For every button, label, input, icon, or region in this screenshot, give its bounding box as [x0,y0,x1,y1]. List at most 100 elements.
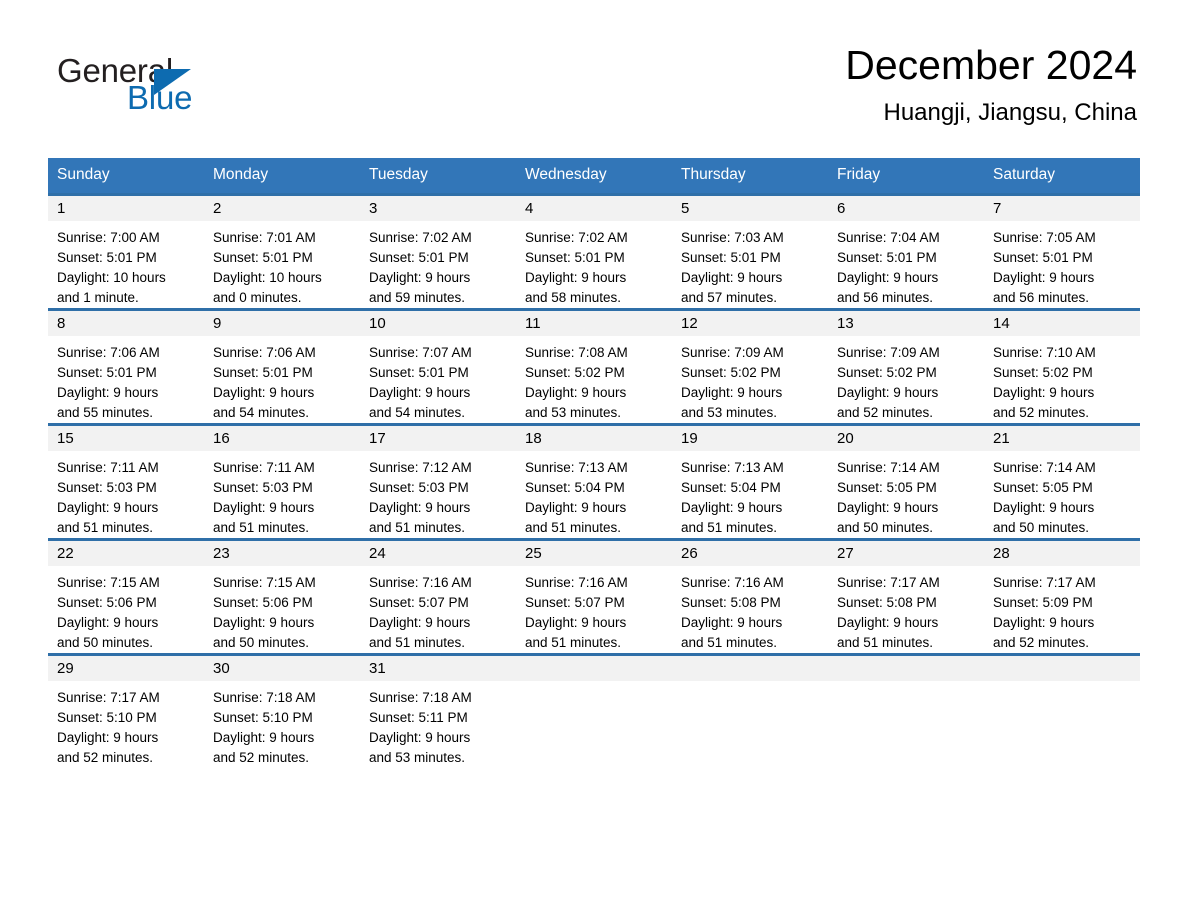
day-details: Sunrise: 7:02 AM Sunset: 5:01 PM Dayligh… [516,221,672,308]
day-details [828,681,984,688]
day-cell[interactable]: 13 Sunrise: 7:09 AM Sunset: 5:02 PM Dayl… [828,311,984,423]
day-cell[interactable]: 5 Sunrise: 7:03 AM Sunset: 5:01 PM Dayli… [672,196,828,308]
day-details: Sunrise: 7:09 AM Sunset: 5:02 PM Dayligh… [672,336,828,423]
day-cell-empty [984,656,1140,768]
day-cell[interactable]: 30 Sunrise: 7:18 AM Sunset: 5:10 PM Dayl… [204,656,360,768]
day-cell[interactable]: 4 Sunrise: 7:02 AM Sunset: 5:01 PM Dayli… [516,196,672,308]
daylight-text-line1: Daylight: 9 hours [213,730,315,745]
sunrise-text: Sunrise: 7:14 AM [837,460,940,475]
sunrise-text: Sunrise: 7:17 AM [837,575,940,590]
daylight-text-line2: and 50 minutes. [837,520,934,535]
day-cell[interactable]: 31 Sunrise: 7:18 AM Sunset: 5:11 PM Dayl… [360,656,516,768]
day-number: 26 [672,541,828,566]
sunset-text: Sunset: 5:02 PM [525,365,625,380]
day-cell[interactable]: 26 Sunrise: 7:16 AM Sunset: 5:08 PM Dayl… [672,541,828,653]
day-cell[interactable]: 28 Sunrise: 7:17 AM Sunset: 5:09 PM Dayl… [984,541,1140,653]
day-details: Sunrise: 7:14 AM Sunset: 5:05 PM Dayligh… [984,451,1140,538]
sunset-text: Sunset: 5:01 PM [213,250,313,265]
sunrise-text: Sunrise: 7:16 AM [681,575,784,590]
day-number: 29 [48,656,204,681]
sunset-text: Sunset: 5:02 PM [837,365,937,380]
day-cell[interactable]: 10 Sunrise: 7:07 AM Sunset: 5:01 PM Dayl… [360,311,516,423]
day-cell[interactable]: 19 Sunrise: 7:13 AM Sunset: 5:04 PM Dayl… [672,426,828,538]
day-cell[interactable]: 21 Sunrise: 7:14 AM Sunset: 5:05 PM Dayl… [984,426,1140,538]
weekday-header-tuesday: Tuesday [369,166,428,183]
day-cell[interactable]: 24 Sunrise: 7:16 AM Sunset: 5:07 PM Dayl… [360,541,516,653]
daylight-text-line2: and 57 minutes. [681,290,778,305]
day-cell[interactable]: 23 Sunrise: 7:15 AM Sunset: 5:06 PM Dayl… [204,541,360,653]
day-details: Sunrise: 7:15 AM Sunset: 5:06 PM Dayligh… [48,566,204,653]
daylight-text-line2: and 51 minutes. [525,520,622,535]
weekday-header-thursday: Thursday [681,166,746,183]
sunset-text: Sunset: 5:02 PM [681,365,781,380]
daylight-text-line2: and 50 minutes. [57,635,154,650]
day-cell[interactable]: 3 Sunrise: 7:02 AM Sunset: 5:01 PM Dayli… [360,196,516,308]
daylight-text-line1: Daylight: 10 hours [57,270,166,285]
daylight-text-line1: Daylight: 9 hours [993,500,1095,515]
sunrise-text: Sunrise: 7:09 AM [681,345,784,360]
daylight-text-line1: Daylight: 9 hours [681,615,783,630]
sunrise-text: Sunrise: 7:18 AM [213,690,316,705]
daylight-text-line1: Daylight: 9 hours [993,385,1095,400]
day-cell[interactable]: 22 Sunrise: 7:15 AM Sunset: 5:06 PM Dayl… [48,541,204,653]
day-cell[interactable]: 8 Sunrise: 7:06 AM Sunset: 5:01 PM Dayli… [48,311,204,423]
day-cell[interactable]: 6 Sunrise: 7:04 AM Sunset: 5:01 PM Dayli… [828,196,984,308]
daylight-text-line2: and 52 minutes. [213,750,310,765]
daylight-text-line2: and 54 minutes. [369,405,466,420]
daylight-text-line1: Daylight: 9 hours [681,500,783,515]
day-cell[interactable]: 7 Sunrise: 7:05 AM Sunset: 5:01 PM Dayli… [984,196,1140,308]
sunset-text: Sunset: 5:01 PM [369,250,469,265]
day-cell[interactable]: 17 Sunrise: 7:12 AM Sunset: 5:03 PM Dayl… [360,426,516,538]
day-details: Sunrise: 7:06 AM Sunset: 5:01 PM Dayligh… [204,336,360,423]
sunset-text: Sunset: 5:01 PM [525,250,625,265]
sunrise-text: Sunrise: 7:04 AM [837,230,940,245]
sunrise-text: Sunrise: 7:02 AM [525,230,628,245]
daylight-text-line1: Daylight: 10 hours [213,270,322,285]
daylight-text-line1: Daylight: 9 hours [369,500,471,515]
daylight-text-line2: and 52 minutes. [837,405,934,420]
daylight-text-line2: and 50 minutes. [213,635,310,650]
day-cell[interactable]: 27 Sunrise: 7:17 AM Sunset: 5:08 PM Dayl… [828,541,984,653]
day-number: 12 [672,311,828,336]
day-number: 15 [48,426,204,451]
day-cell[interactable]: 25 Sunrise: 7:16 AM Sunset: 5:07 PM Dayl… [516,541,672,653]
sunset-text: Sunset: 5:01 PM [57,365,157,380]
day-cell[interactable]: 29 Sunrise: 7:17 AM Sunset: 5:10 PM Dayl… [48,656,204,768]
daylight-text-line2: and 51 minutes. [681,520,778,535]
daylight-text-line1: Daylight: 9 hours [57,615,159,630]
daylight-text-line2: and 55 minutes. [57,405,154,420]
sunrise-text: Sunrise: 7:12 AM [369,460,472,475]
day-cell[interactable]: 18 Sunrise: 7:13 AM Sunset: 5:04 PM Dayl… [516,426,672,538]
sunrise-text: Sunrise: 7:08 AM [525,345,628,360]
sunset-text: Sunset: 5:03 PM [369,480,469,495]
daylight-text-line1: Daylight: 9 hours [369,730,471,745]
day-cell[interactable]: 2 Sunrise: 7:01 AM Sunset: 5:01 PM Dayli… [204,196,360,308]
day-cell[interactable]: 16 Sunrise: 7:11 AM Sunset: 5:03 PM Dayl… [204,426,360,538]
day-cell[interactable]: 12 Sunrise: 7:09 AM Sunset: 5:02 PM Dayl… [672,311,828,423]
day-cell[interactable]: 15 Sunrise: 7:11 AM Sunset: 5:03 PM Dayl… [48,426,204,538]
day-cell[interactable]: 9 Sunrise: 7:06 AM Sunset: 5:01 PM Dayli… [204,311,360,423]
daylight-text-line2: and 52 minutes. [57,750,154,765]
daylight-text-line2: and 54 minutes. [213,405,310,420]
day-cell[interactable]: 20 Sunrise: 7:14 AM Sunset: 5:05 PM Dayl… [828,426,984,538]
sunrise-text: Sunrise: 7:15 AM [57,575,160,590]
day-details: Sunrise: 7:14 AM Sunset: 5:05 PM Dayligh… [828,451,984,538]
day-number: 21 [984,426,1140,451]
daylight-text-line2: and 53 minutes. [525,405,622,420]
day-number: 23 [204,541,360,566]
day-cell-empty [672,656,828,768]
title-block: December 2024 Huangji, Jiangsu, China [845,40,1137,130]
day-cell[interactable]: 14 Sunrise: 7:10 AM Sunset: 5:02 PM Dayl… [984,311,1140,423]
day-number: 3 [360,196,516,221]
day-cell[interactable]: 1 Sunrise: 7:00 AM Sunset: 5:01 PM Dayli… [48,196,204,308]
day-number: 11 [516,311,672,336]
week-row: 1 Sunrise: 7:00 AM Sunset: 5:01 PM Dayli… [48,193,1140,308]
day-number: 28 [984,541,1140,566]
day-details: Sunrise: 7:05 AM Sunset: 5:01 PM Dayligh… [984,221,1140,308]
sunset-text: Sunset: 5:01 PM [993,250,1093,265]
daylight-text-line2: and 53 minutes. [369,750,466,765]
day-details: Sunrise: 7:07 AM Sunset: 5:01 PM Dayligh… [360,336,516,423]
weekday-header-sunday: Sunday [57,166,110,183]
day-cell[interactable]: 11 Sunrise: 7:08 AM Sunset: 5:02 PM Dayl… [516,311,672,423]
day-number: 10 [360,311,516,336]
